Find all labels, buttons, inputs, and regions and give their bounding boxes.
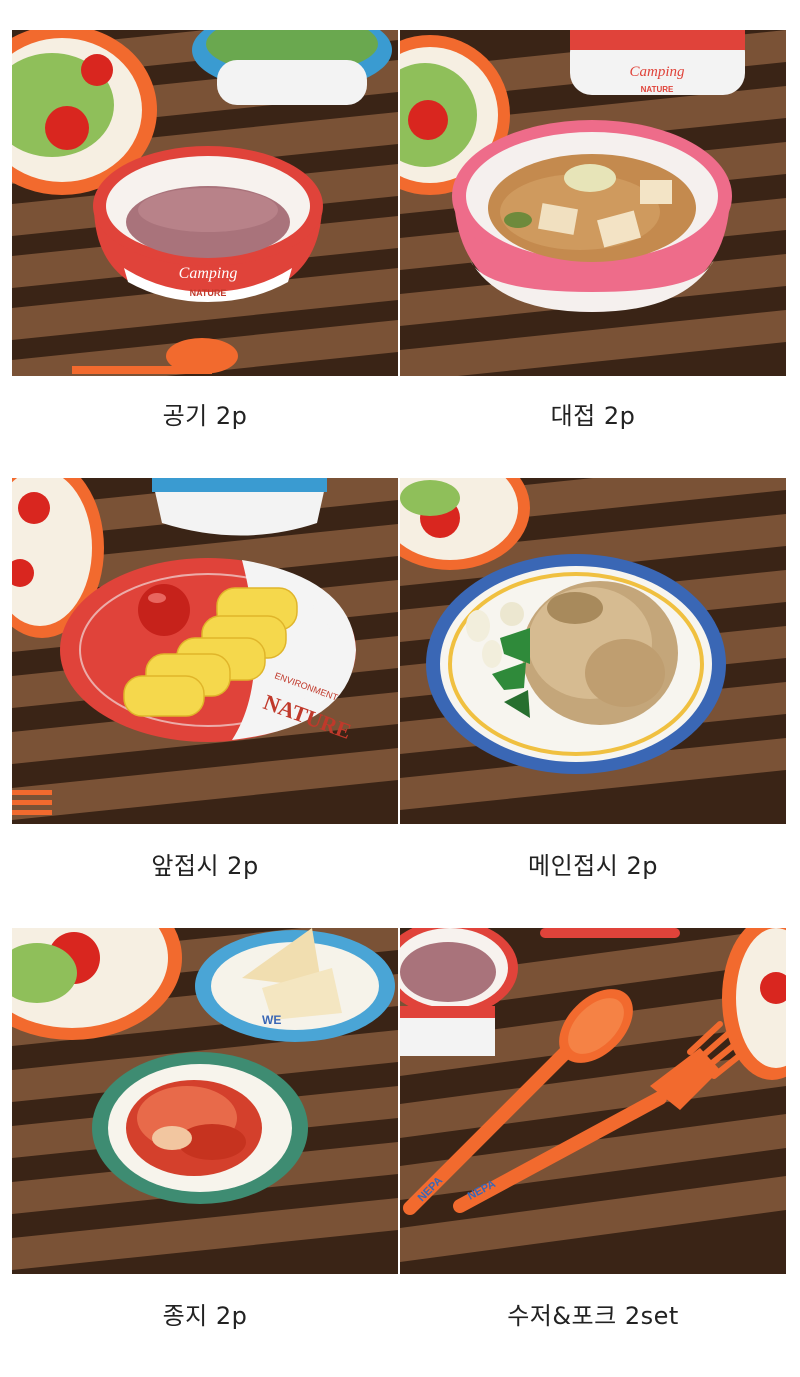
soup-bowl-print-sub: NATURE <box>641 85 674 94</box>
spoon-fork-caption: 수저&포크 2set <box>507 1302 679 1330</box>
product-card-main-plate: 메인접시 2p <box>400 478 786 880</box>
soup-bowl-photo: Camping NATURE <box>400 30 786 376</box>
rice-bowl-photo: Camping NATURE <box>12 30 398 376</box>
soup-bowl-caption: 대접 2p <box>550 402 636 430</box>
rice-bowl-print-text: Camping <box>179 265 238 282</box>
product-card-soup-bowl: Camping NATURE 대접 2p <box>400 30 786 430</box>
sauce-dish-print-text: WE <box>262 1013 281 1027</box>
soup-bowl-print-text: Camping <box>629 64 685 80</box>
product-card-sauce-dish: WE 종지 2p <box>12 928 398 1330</box>
product-card-spoon-fork: NEPA NEPA 수저&포크 2set <box>400 928 786 1330</box>
rice-bowl-print-sub: NATURE <box>190 288 227 298</box>
side-plate-caption: 앞접시 2p <box>151 852 259 880</box>
sauce-dish-caption: 종지 2p <box>162 1302 248 1330</box>
main-plate-photo <box>400 478 786 824</box>
product-card-side-plate: NATURE ENVIRONMENT 앞접시 2p <box>12 478 398 880</box>
spoon-fork-photo: NEPA NEPA <box>400 928 786 1274</box>
rice-bowl-caption: 공기 2p <box>162 402 248 430</box>
main-plate-caption: 메인접시 2p <box>528 852 658 880</box>
sauce-dish-photo: WE <box>12 928 398 1274</box>
product-card-rice-bowl: Camping NATURE 공기 2p <box>12 30 398 430</box>
side-plate-photo: NATURE ENVIRONMENT <box>12 478 398 824</box>
